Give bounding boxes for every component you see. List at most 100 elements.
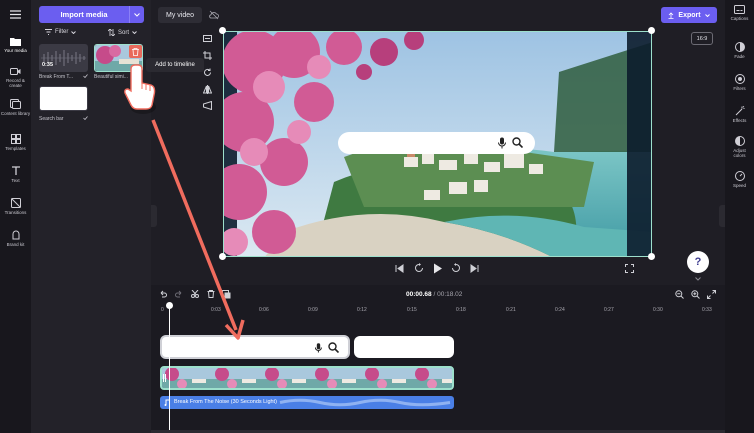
fullscreen-icon[interactable] [625,264,634,273]
search-bar-clip[interactable] [160,335,350,359]
export-label: Export [678,11,701,19]
ruler-tick: 0:21 [506,307,516,313]
resize-handle-top-left[interactable] [219,27,226,34]
resize-handle-bottom-right[interactable] [648,253,655,260]
collapse-left-panel-button[interactable] [151,205,157,227]
ruler-tick: 0:12 [357,307,367,313]
rail-label: Your media [4,48,27,53]
ruler-tick: 0:30 [653,307,663,313]
crop-fit-icon[interactable] [203,35,212,42]
brand-kit-icon [12,230,19,240]
rail-label: Templates [5,146,26,151]
import-media-button[interactable]: Import media [39,6,144,23]
rail-item-brand-kit[interactable]: Brand kit [0,230,31,247]
undo-icon[interactable] [159,290,167,298]
flip-icon[interactable] [203,85,212,94]
pip-icon[interactable] [203,101,212,110]
media-caption: Break From T... [39,74,74,80]
folder-icon [10,38,21,46]
ruler-tick: 0:27 [604,307,614,313]
crop-icon[interactable] [203,51,212,60]
audio-clip[interactable]: Break From The Noise (30 Seconds Light) [160,396,454,409]
help-button[interactable]: ? [687,251,709,273]
hamburger-icon [10,10,21,19]
video-filmstrip [162,368,452,388]
menu-button[interactable] [0,10,31,21]
rail-item-templates[interactable]: Templates [0,134,31,151]
rail-label: Transitions [4,210,27,215]
upload-icon [668,11,674,19]
clip-trim-handle[interactable] [163,374,166,382]
playhead-knob[interactable] [166,302,173,309]
rail-label: Speed [732,183,746,188]
search-bar-overlay[interactable] [338,132,535,154]
rail-item-transitions[interactable]: Transitions [0,198,31,215]
rail-item-speed[interactable]: Speed [725,171,754,188]
video-clip[interactable] [160,366,454,390]
duplicate-icon[interactable] [222,290,231,299]
forward-5-icon[interactable] [451,263,461,273]
skip-forward-icon[interactable] [470,264,479,273]
rail-item-effects[interactable]: Effects [725,106,754,123]
play-icon[interactable] [433,263,443,274]
resize-handle-top-right[interactable] [648,27,655,34]
chevron-down-icon[interactable] [695,277,701,281]
ruler-tick: 0:24 [555,307,565,313]
ruler-tick: 0:03 [211,307,221,313]
import-dropdown-button[interactable] [129,6,144,23]
rail-label: Content library [0,111,31,116]
resize-handle-bottom-left[interactable] [219,253,226,260]
microphone-icon [315,343,322,353]
rotate-icon[interactable] [203,68,212,77]
project-title[interactable]: My video [158,7,202,23]
rail-item-fade[interactable]: Fade [725,42,754,59]
adjust-colors-icon [734,136,745,146]
rail-item-content-library[interactable]: Content library [0,99,31,116]
trash-icon[interactable] [207,290,215,298]
filter-button[interactable]: Filter [45,29,77,35]
sort-icon [108,29,115,36]
trash-icon [132,47,139,56]
ruler-tick: 0:09 [308,307,318,313]
camera-icon [10,68,21,75]
ruler-tick: 0:06 [259,307,269,313]
fit-timeline-icon[interactable] [707,290,716,299]
right-rail: Captions Fade Filters Effects Adjust col… [725,0,754,433]
rewind-5-icon[interactable] [414,263,424,273]
chevron-down-icon [134,12,140,17]
playhead[interactable] [169,303,170,433]
redo-icon[interactable] [175,290,183,298]
ruler-tick: 0 [161,307,164,313]
skip-back-icon[interactable] [395,264,404,273]
export-button[interactable]: Export [661,7,717,23]
rail-item-captions[interactable]: Captions [725,5,754,21]
left-rail: Your media Record & create Content libra… [0,0,31,433]
zoom-out-icon[interactable] [675,290,684,299]
fade-icon [734,42,745,52]
aspect-ratio-button[interactable]: 16:9 [691,32,713,45]
microphone-icon [498,137,506,149]
media-caption: Beautiful simi... [94,74,128,80]
rail-label: Adjust colors [733,148,746,158]
video-preview[interactable] [223,31,652,257]
rail-item-your-media[interactable]: Your media [0,37,31,53]
rail-item-filters[interactable]: Filters [725,74,754,91]
cloud-off-icon [209,10,219,20]
current-time: 00:00.68 [406,291,432,298]
rail-item-text[interactable]: Text [0,166,31,183]
collapse-right-panel-button[interactable] [719,205,725,227]
sort-button[interactable]: Sort [108,29,137,36]
search-bar-clip-2[interactable] [354,336,454,358]
media-item-audio[interactable]: 0:35 [39,44,88,72]
filter-label: Filter [55,29,69,35]
ruler-tick: 0:15 [407,307,417,313]
zoom-in-icon[interactable] [691,290,700,299]
delete-media-button[interactable] [129,45,142,58]
rail-item-record[interactable]: Record & create [0,67,31,88]
media-item-search-bar[interactable] [39,86,88,111]
filter-icon [45,29,52,35]
rail-item-adjust-colors[interactable]: Adjust colors [725,136,754,158]
rail-label: Record & create [6,78,25,88]
speed-icon [734,171,745,181]
scissors-icon[interactable] [191,290,199,298]
